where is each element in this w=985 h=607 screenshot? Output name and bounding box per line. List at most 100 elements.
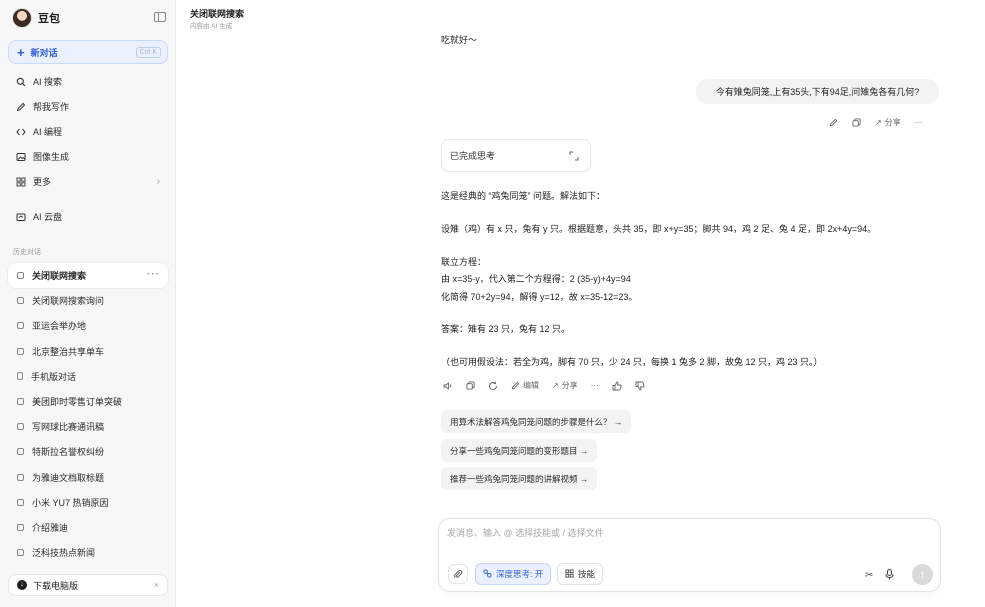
deep-think-icon — [483, 568, 492, 580]
chat-icon — [17, 398, 24, 406]
history-item[interactable]: 关闭联网搜索 ··· — [8, 263, 168, 289]
new-chat-label: 新对话 — [30, 47, 58, 58]
paperclip-icon — [454, 569, 463, 578]
chat-icon — [17, 322, 24, 330]
history-item-label: 关闭联网搜索 — [32, 271, 87, 282]
chat-icon — [17, 523, 24, 531]
history-item[interactable]: 手机版对话 — [8, 364, 168, 389]
share-button[interactable]: ↗ 分享 — [875, 117, 901, 128]
download-label: 下载电脑版 — [33, 580, 79, 591]
history-item[interactable]: 美团即时零售订单突破 — [8, 389, 168, 414]
edit-label: 编辑 — [523, 381, 539, 390]
message-input[interactable] — [447, 528, 927, 538]
suggested-question[interactable]: 分享一些鸡兔同笼问题的变形题目 → — [441, 439, 598, 462]
history-item-label: 泛科技热点新闻 — [32, 548, 96, 559]
close-icon[interactable]: × — [154, 580, 159, 590]
more-icon[interactable]: ··· — [915, 118, 923, 127]
sidebar-cloud: AI 云盘 — [8, 204, 168, 229]
sidebar-item-cloud[interactable]: AI 云盘 — [8, 204, 168, 229]
thinking-card[interactable]: 已完成思考 — [441, 139, 591, 172]
speaker-icon[interactable] — [443, 381, 453, 391]
grid-icon — [565, 568, 574, 580]
chat-icon — [17, 272, 24, 280]
history-item-label: 小米 YU7 热销原因 — [32, 497, 109, 508]
share-button[interactable]: ↗ 分享 — [552, 380, 578, 391]
history-item[interactable]: 写网球比赛通讯稿 — [8, 414, 168, 439]
chat-icon — [17, 549, 24, 557]
sidebar-item-label: 图像生成 — [33, 152, 70, 162]
answer-equations-title: 联立方程： — [441, 257, 487, 267]
bot-message-actions: 编辑 ↗ 分享 ··· — [443, 380, 645, 391]
history-item[interactable]: 关闭联网搜索询问 — [8, 288, 168, 313]
history-item[interactable]: 小米 YU7 热销原因 — [8, 490, 168, 515]
sidebar-toggle-icon[interactable] — [154, 12, 166, 22]
history-item-label: 写网球比赛通讯稿 — [32, 422, 105, 433]
edit-icon — [511, 381, 520, 390]
skills-button[interactable]: 技能 — [557, 563, 604, 585]
page-title: 关闭联网搜索 — [190, 9, 245, 19]
answer-intro: 这是经典的 “鸡兔同笼” 问题。解法如下： — [441, 191, 605, 201]
history-item-label: 手机版对话 — [31, 371, 77, 382]
regenerate-icon[interactable] — [488, 381, 498, 391]
attach-button[interactable] — [448, 564, 468, 584]
answer-step-2: 化简得 70+2y=94，解得 y=12，故 x=35-12=23。 — [441, 292, 638, 302]
new-chat-button[interactable]: + 新对话 Ctrl K — [8, 40, 168, 64]
thinking-label: 已完成思考 — [450, 151, 496, 161]
cloud-drive-icon — [16, 212, 26, 222]
history-item[interactable]: 介绍雅迪 — [8, 515, 168, 540]
share-icon: ↗ — [875, 118, 882, 127]
history-item[interactable]: 为雅迪文档取标题 — [8, 465, 168, 490]
chat-icon — [17, 423, 24, 431]
edit-icon[interactable] — [829, 118, 838, 127]
chat-icon — [17, 297, 24, 305]
avatar — [12, 8, 32, 28]
sidebar-item-ai-search[interactable]: AI 搜索 — [8, 69, 168, 94]
copy-icon[interactable] — [852, 118, 861, 127]
microphone-icon[interactable] — [885, 569, 894, 583]
suggested-question[interactable]: 用算术法解答鸡兔同笼问题的步骤是什么？ → — [441, 410, 632, 433]
more-icon[interactable]: ··· — [147, 269, 160, 280]
sidebar: 豆包 + 新对话 Ctrl K AI 搜索 帮我写作 AI 编程 图像生成 更多… — [0, 0, 176, 607]
sidebar-item-image[interactable]: 图像生成 — [8, 144, 168, 169]
brand[interactable]: 豆包 — [12, 8, 60, 28]
sidebar-nav: AI 搜索 帮我写作 AI 编程 图像生成 更多 › — [8, 69, 168, 194]
history-item[interactable]: 亚运会举办地 — [8, 313, 168, 338]
chat-icon — [17, 498, 24, 506]
search-icon — [16, 77, 26, 87]
answer-result: 答案：雉有 23 只，兔有 12 只。 — [441, 324, 571, 334]
message-composer: 深度思考: 开 技能 ✂ ↑ — [438, 518, 941, 592]
history-item[interactable]: 特斯拉名誉权纠纷 — [8, 439, 168, 464]
suggested-question[interactable]: 推荐一些鸡兔同笼问题的讲解视频 → — [441, 467, 598, 490]
sidebar-item-writing[interactable]: 帮我写作 — [8, 94, 168, 119]
send-button[interactable]: ↑ — [912, 564, 933, 585]
sidebar-item-label: AI 云盘 — [33, 212, 63, 222]
history-item-label: 亚运会举办地 — [32, 321, 87, 332]
deep-think-toggle[interactable]: 深度思考: 开 — [475, 563, 552, 585]
shortcut-badge: Ctrl K — [135, 47, 161, 58]
sidebar-item-label: AI 编程 — [33, 127, 63, 137]
history-item[interactable]: 北京整治共享单车 — [8, 339, 168, 364]
history-item-label: 为雅迪文档取标题 — [32, 472, 105, 483]
copy-icon[interactable] — [466, 381, 475, 390]
download-desktop-button[interactable]: ↓ 下载电脑版 × — [8, 574, 168, 596]
sidebar-item-coding[interactable]: AI 编程 — [8, 119, 168, 144]
deep-think-label: 深度思考: 开 — [496, 569, 544, 579]
image-icon — [16, 152, 26, 162]
history-item[interactable]: 泛科技热点新闻 — [8, 540, 168, 565]
sidebar-item-more[interactable]: 更多 › — [8, 169, 168, 194]
chat-icon — [17, 448, 24, 456]
code-icon — [16, 127, 26, 137]
share-label: 分享 — [561, 381, 578, 390]
more-icon[interactable]: ··· — [591, 381, 599, 390]
history-item-label: 特斯拉名誉权纠纷 — [32, 447, 105, 458]
thumbs-down-icon[interactable] — [635, 381, 645, 391]
thumbs-up-icon[interactable] — [612, 381, 622, 391]
sidebar-item-label: 更多 — [33, 177, 52, 187]
sidebar-item-label: 帮我写作 — [33, 102, 70, 112]
download-icon: ↓ — [17, 580, 27, 590]
scissors-icon[interactable]: ✂ — [865, 570, 873, 581]
edit-button[interactable]: 编辑 — [511, 380, 539, 391]
share-label: 分享 — [884, 118, 901, 127]
expand-icon[interactable] — [569, 151, 579, 161]
phone-icon — [17, 372, 23, 381]
